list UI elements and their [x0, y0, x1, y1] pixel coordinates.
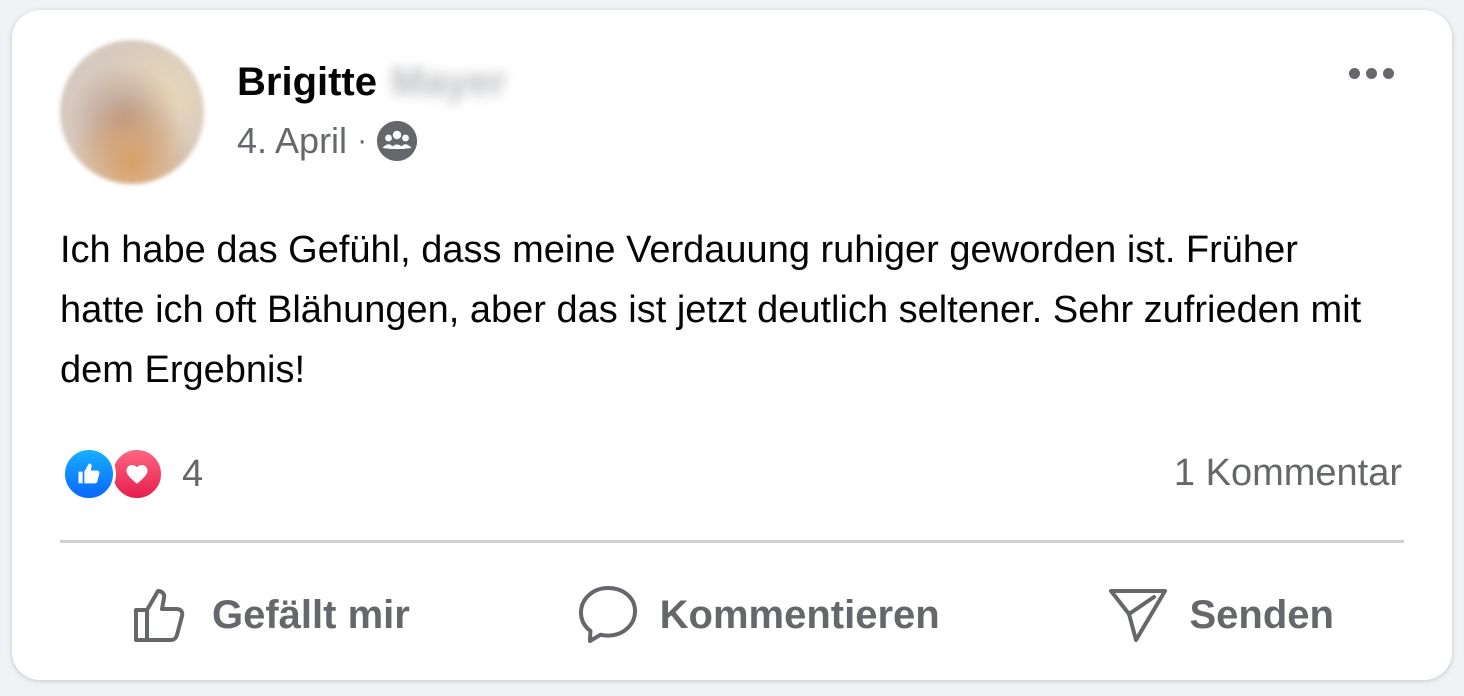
group-icon — [377, 121, 418, 161]
post-date[interactable]: 4. April — [237, 120, 347, 162]
like-button[interactable]: Gefällt mir — [130, 584, 410, 646]
author-last-name-blurred[interactable]: Mayer — [391, 60, 507, 105]
comment-button-label: Kommentieren — [659, 592, 940, 637]
send-button-label: Senden — [1189, 592, 1334, 637]
post-text: Ich habe das Gefühl, dass meine Verdauun… — [60, 229, 1362, 391]
send-icon — [1106, 583, 1170, 647]
more-dot — [1366, 68, 1377, 79]
author-name[interactable]: Brigitte Mayer — [237, 60, 507, 105]
thumbs-up-icon — [130, 584, 192, 646]
action-bar: Gefällt mir Kommentieren Senden — [60, 570, 1404, 660]
reaction-count[interactable]: 4 — [182, 453, 203, 496]
divider — [60, 540, 1404, 543]
avatar[interactable] — [60, 40, 204, 184]
post-meta: 4. April · — [237, 120, 418, 162]
meta-separator: · — [357, 124, 368, 157]
more-dot — [1349, 68, 1360, 79]
send-button[interactable]: Senden — [1106, 583, 1334, 647]
comment-button[interactable]: Kommentieren — [576, 583, 940, 647]
comment-count[interactable]: 1 Kommentar — [1174, 452, 1402, 495]
comment-bubble-icon — [576, 583, 640, 647]
like-icon — [62, 447, 116, 501]
reactions-summary[interactable]: 4 — [62, 447, 203, 501]
author-first-name[interactable]: Brigitte — [237, 60, 377, 105]
love-icon — [110, 447, 164, 501]
like-button-label: Gefällt mir — [212, 592, 410, 637]
more-options-icon[interactable] — [1349, 68, 1394, 79]
more-dot — [1383, 68, 1394, 79]
post-card: Brigitte Mayer 4. April · Ich habe das G… — [12, 10, 1452, 680]
